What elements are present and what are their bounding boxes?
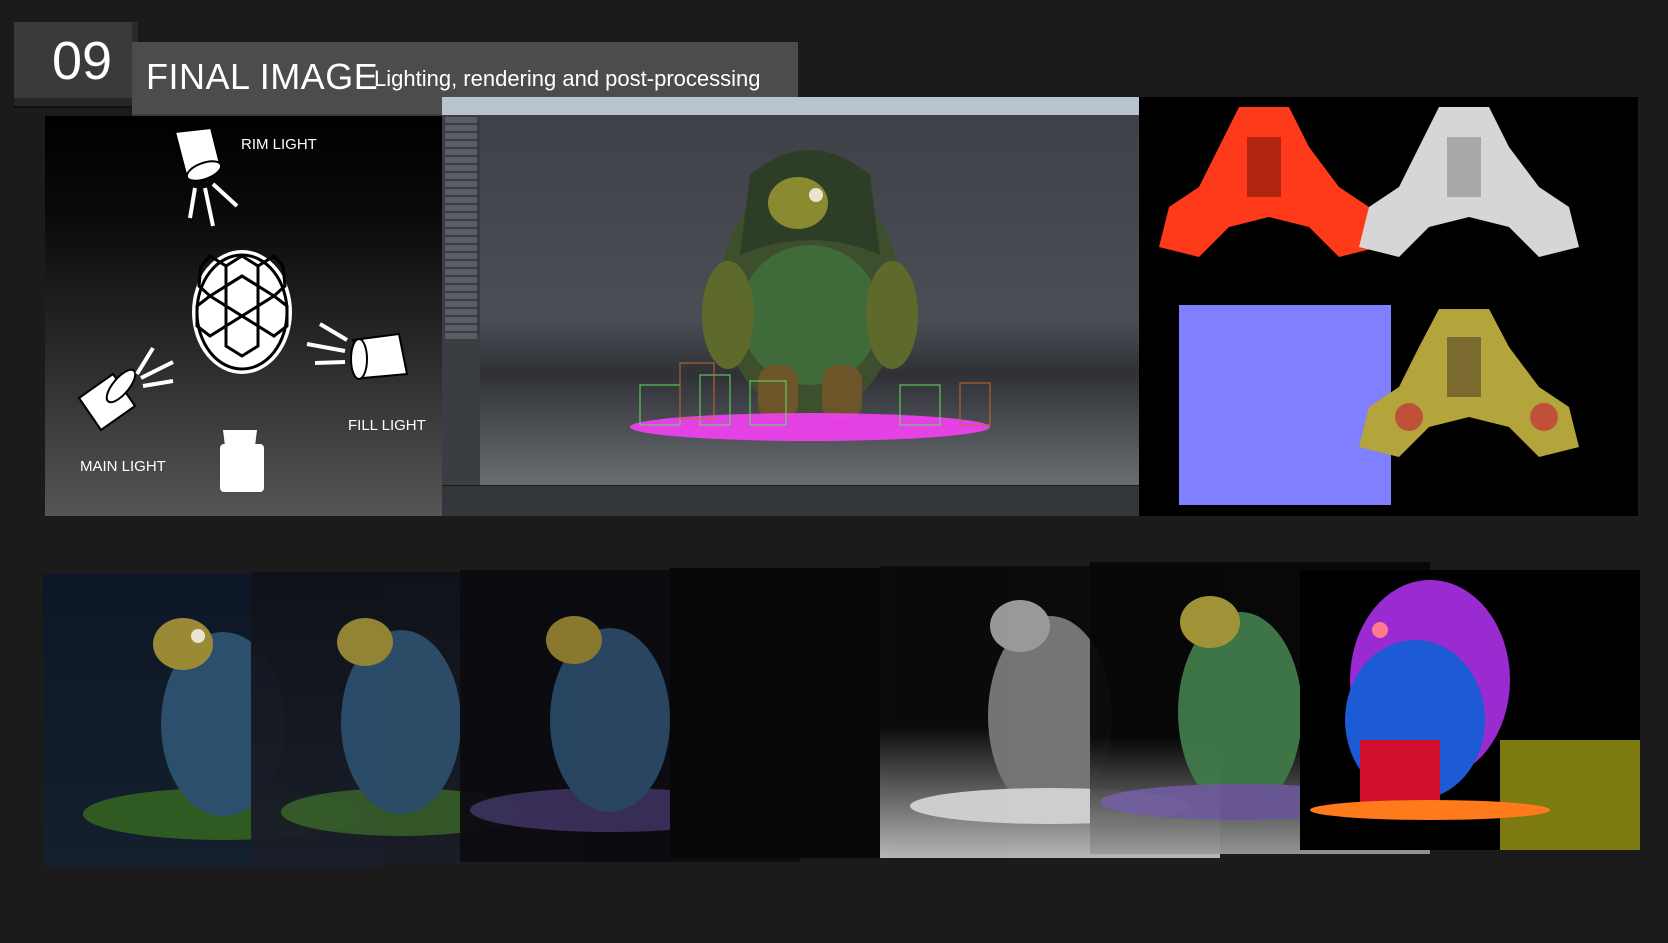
camera-icon	[220, 430, 264, 492]
viewport-title-bar	[442, 97, 1139, 115]
fill-light-icon	[306, 322, 409, 380]
section-number-box: 09	[14, 22, 138, 106]
viewport-toolbar	[442, 115, 481, 485]
turtle-shell-icon	[192, 250, 292, 374]
render-pass-object-id	[1300, 570, 1640, 850]
section-title: FINAL IMAGE	[146, 56, 379, 97]
viewport-scene	[480, 115, 1139, 485]
displacement-map-grey	[1359, 107, 1579, 257]
rim-light-label: RIM LIGHT	[241, 136, 317, 153]
diffuse-map-color	[1359, 309, 1579, 457]
layout-viewport-screenshot	[442, 97, 1139, 516]
turtle-model-render	[630, 150, 991, 441]
main-light-label: MAIN LIGHT	[80, 458, 166, 475]
color-map-red	[1159, 107, 1379, 257]
texture-maps-graphic	[1159, 107, 1579, 505]
rim-light-icon	[173, 126, 239, 227]
normal-map-blue	[1179, 305, 1391, 505]
main-light-icon	[77, 346, 174, 432]
timeline-bar	[442, 485, 1139, 516]
section-subtitle: Lighting, rendering and post-processing	[374, 66, 761, 91]
lighting-diagram-graphic	[77, 126, 409, 492]
section-number: 09	[52, 31, 113, 91]
lighting-diagram: RIM LIGHT FILL LIGHT MAIN LIGHT	[45, 116, 442, 516]
texture-maps-panel	[1139, 97, 1638, 516]
fill-light-label: FILL LIGHT	[348, 417, 426, 434]
